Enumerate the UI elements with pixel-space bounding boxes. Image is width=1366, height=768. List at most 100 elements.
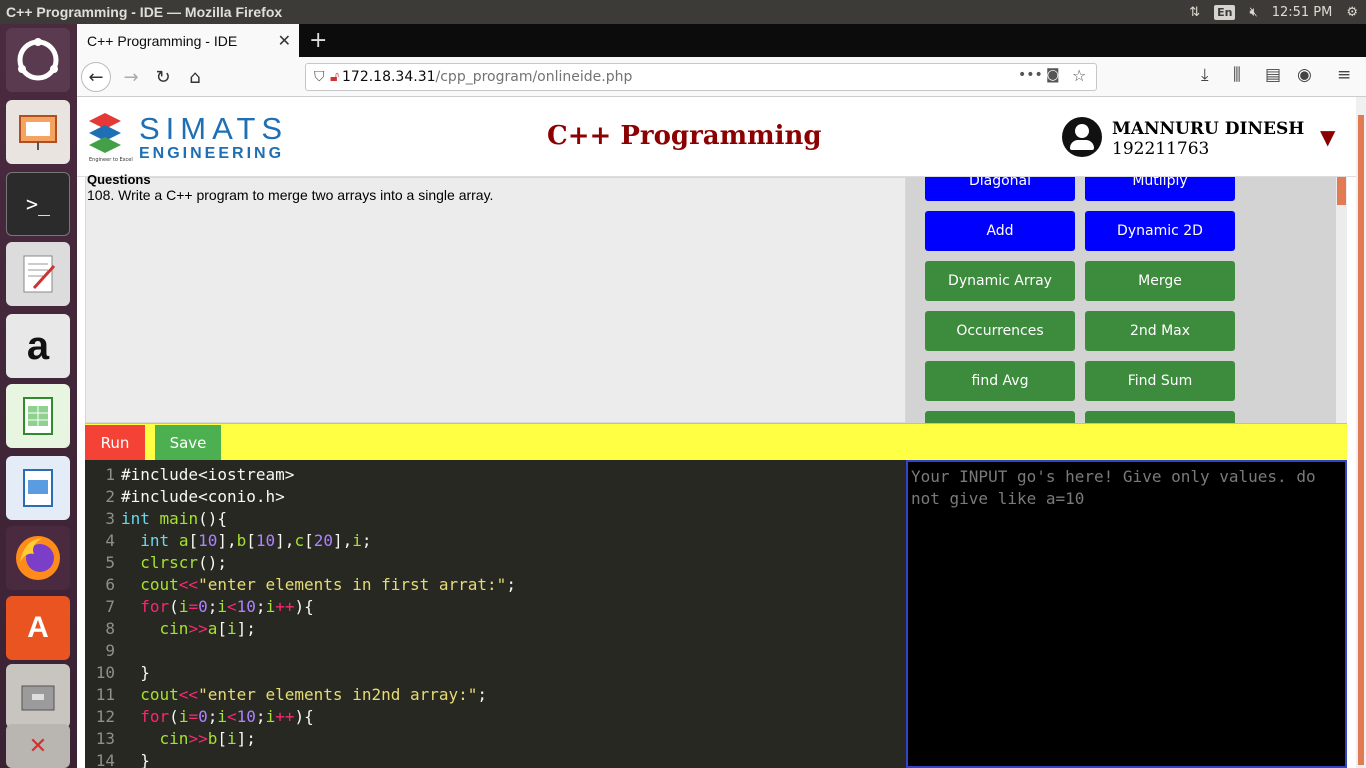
system-top-bar: C++ Programming - IDE — Mozilla Firefox … <box>0 0 1366 24</box>
spreadsheet-app-icon[interactable] <box>6 384 70 448</box>
line-number: 10 <box>95 663 115 682</box>
line-number: 3 <box>105 509 115 528</box>
browser-tab-active[interactable]: C++ Programming - IDE ✕ <box>77 24 299 57</box>
more-actions-icon[interactable]: ••• <box>1018 67 1043 83</box>
clock[interactable]: 12:51 PM <box>1272 5 1333 20</box>
browser-nav-bar: ← → ↻ ⌂ ⛉ 🔓︎ 172.18.34.31/cpp_program/on… <box>77 57 1366 97</box>
writer-app-icon[interactable] <box>6 456 70 520</box>
program-button-add[interactable]: Add <box>925 211 1075 251</box>
program-input-field[interactable] <box>908 462 1345 766</box>
new-tab-plus-icon[interactable]: + <box>309 28 327 53</box>
code-line-11: cout<<"enter elements in2nd array:"; <box>140 685 488 704</box>
firefox-icon[interactable] <box>6 526 70 590</box>
simats-logo: SIMATS ENGINEERING Engineer to Excel <box>83 111 293 163</box>
code-line-13: cin>>b[i]; <box>159 729 256 748</box>
program-button-partial[interactable] <box>1085 411 1235 423</box>
close-icon[interactable]: ✕ <box>278 31 291 51</box>
network-icon[interactable]: ⇅ <box>1189 5 1200 20</box>
simats-logo-mark-icon <box>89 113 121 153</box>
user-name: MANNURU DINESH <box>1112 119 1305 139</box>
bookmark-star-icon[interactable]: ☆ <box>1072 66 1086 85</box>
back-arrow-icon[interactable]: ← <box>81 62 111 92</box>
reload-icon[interactable]: ↻ <box>149 63 177 91</box>
user-profile: MANNURU DINESH 192211763 ▼ <box>1062 115 1352 159</box>
system-tray: ⇅ En 🔇︎ 12:51 PM ⚙ <box>1189 0 1366 24</box>
url-host: 172.18.34.31 <box>342 69 436 85</box>
browser-tab-bar: C++ Programming - IDE ✕ + <box>77 24 1366 57</box>
user-avatar-icon <box>1062 117 1102 157</box>
code-line-5: clrscr(); <box>140 553 227 572</box>
question-panel: Questions 108. Write a C++ program to me… <box>85 172 906 423</box>
code-line-14: } <box>121 751 150 768</box>
save-button[interactable]: Save <box>155 425 221 460</box>
terminal-icon[interactable]: >_ <box>6 172 70 236</box>
insecure-lock-icon[interactable]: 🔓︎ <box>330 69 339 85</box>
code-line-10: } <box>121 663 150 682</box>
line-number: 11 <box>95 685 115 704</box>
program-button-find-sum[interactable]: Find Sum <box>1085 361 1235 401</box>
program-buttons-panel: Diagonal Mutliply Add Dynamic 2D Dynamic… <box>906 177 1347 423</box>
web-page: SIMATS ENGINEERING Engineer to Excel C++… <box>77 97 1356 768</box>
line-number: 5 <box>105 553 115 572</box>
url-bar[interactable]: ⛉ 🔓︎ 172.18.34.31/cpp_program/onlineide.… <box>305 63 1097 91</box>
trash-icon[interactable]: ✕ <box>6 724 70 768</box>
editor-gutter: 1 2 3 4 5 6 7 8 9 10 11 12 13 14 <box>85 460 119 768</box>
forward-arrow-icon[interactable]: → <box>117 63 145 91</box>
program-input-area <box>906 460 1347 768</box>
code-line-7: for(i=0;i<10;i++){ <box>140 597 314 616</box>
library-icon[interactable]: ⫼ <box>1233 65 1241 85</box>
menu-hamburger-icon[interactable]: ≡ <box>1337 65 1351 85</box>
code-line-6: cout<<"enter elements in first arrat:"; <box>140 575 516 594</box>
program-button-dynamic-array[interactable]: Dynamic Array <box>925 261 1075 301</box>
line-number: 2 <box>105 487 115 506</box>
program-button-find-avg[interactable]: find Avg <box>925 361 1075 401</box>
line-number: 4 <box>105 531 115 550</box>
line-number: 1 <box>105 465 115 484</box>
url-path: /cpp_program/onlineide.php <box>435 69 633 85</box>
program-button-occurrences[interactable]: Occurrences <box>925 311 1075 351</box>
program-button-diagonal[interactable]: Diagonal <box>925 177 1075 201</box>
code-editor[interactable]: 1 2 3 4 5 6 7 8 9 10 11 12 13 14 #includ… <box>85 460 906 768</box>
logo-text-main: SIMATS <box>139 111 289 146</box>
question-text: 108. Write a C++ program to merge two ar… <box>87 187 494 203</box>
presentation-app-icon[interactable] <box>6 100 70 164</box>
line-number: 13 <box>95 729 115 748</box>
gear-icon[interactable]: ⚙ <box>1346 5 1358 20</box>
tab-title: C++ Programming - IDE <box>87 32 238 49</box>
keyboard-language-indicator[interactable]: En <box>1214 4 1236 20</box>
software-center-icon[interactable]: A <box>6 596 70 660</box>
line-number: 12 <box>95 707 115 726</box>
program-button-2nd-max[interactable]: 2nd Max <box>1085 311 1235 351</box>
downloads-icon[interactable]: ⤓ <box>1201 65 1209 85</box>
page-title: C++ Programming <box>547 121 822 151</box>
code-line-4: int a[10],b[10],c[20],i; <box>140 531 372 550</box>
text-editor-icon[interactable] <box>6 242 70 306</box>
line-number: 7 <box>105 597 115 616</box>
home-icon[interactable]: ⌂ <box>181 63 209 91</box>
account-icon[interactable]: ◉ <box>1297 65 1312 85</box>
run-button[interactable]: Run <box>85 425 145 460</box>
line-number: 9 <box>105 641 115 660</box>
amazon-icon[interactable]: a <box>6 314 70 378</box>
site-header: SIMATS ENGINEERING Engineer to Excel C++… <box>77 97 1356 177</box>
code-line-2: #include<conio.h> <box>121 487 285 506</box>
page-scrollbar[interactable] <box>1356 97 1366 768</box>
code-line-1: #include<iostream> <box>121 465 295 484</box>
logo-text-sub: ENGINEERING <box>139 145 285 162</box>
user-dropdown-triangle-icon[interactable]: ▼ <box>1320 125 1335 149</box>
file-manager-icon[interactable] <box>6 664 70 728</box>
pocket-icon[interactable]: ◙ <box>1046 67 1060 83</box>
volume-muted-icon[interactable]: 🔇︎ <box>1249 5 1257 20</box>
code-line-12: for(i=0;i<10;i++){ <box>140 707 314 726</box>
sidebar-icon[interactable]: ▤ <box>1265 65 1281 85</box>
program-buttons-scrollbar[interactable] <box>1336 177 1347 423</box>
logo-tagline: Engineer to Excel <box>89 157 133 163</box>
program-button-merge[interactable]: Merge <box>1085 261 1235 301</box>
shield-icon[interactable]: ⛉ <box>314 69 325 85</box>
code-line-3: int main(){ <box>121 509 227 528</box>
ubuntu-launcher: >_ a A ✕ <box>0 24 77 768</box>
program-button-dynamic-2d[interactable]: Dynamic 2D <box>1085 211 1235 251</box>
program-button-multiply[interactable]: Mutliply <box>1085 177 1235 201</box>
ubuntu-dash-icon[interactable] <box>6 28 70 92</box>
program-button-partial[interactable] <box>925 411 1075 423</box>
